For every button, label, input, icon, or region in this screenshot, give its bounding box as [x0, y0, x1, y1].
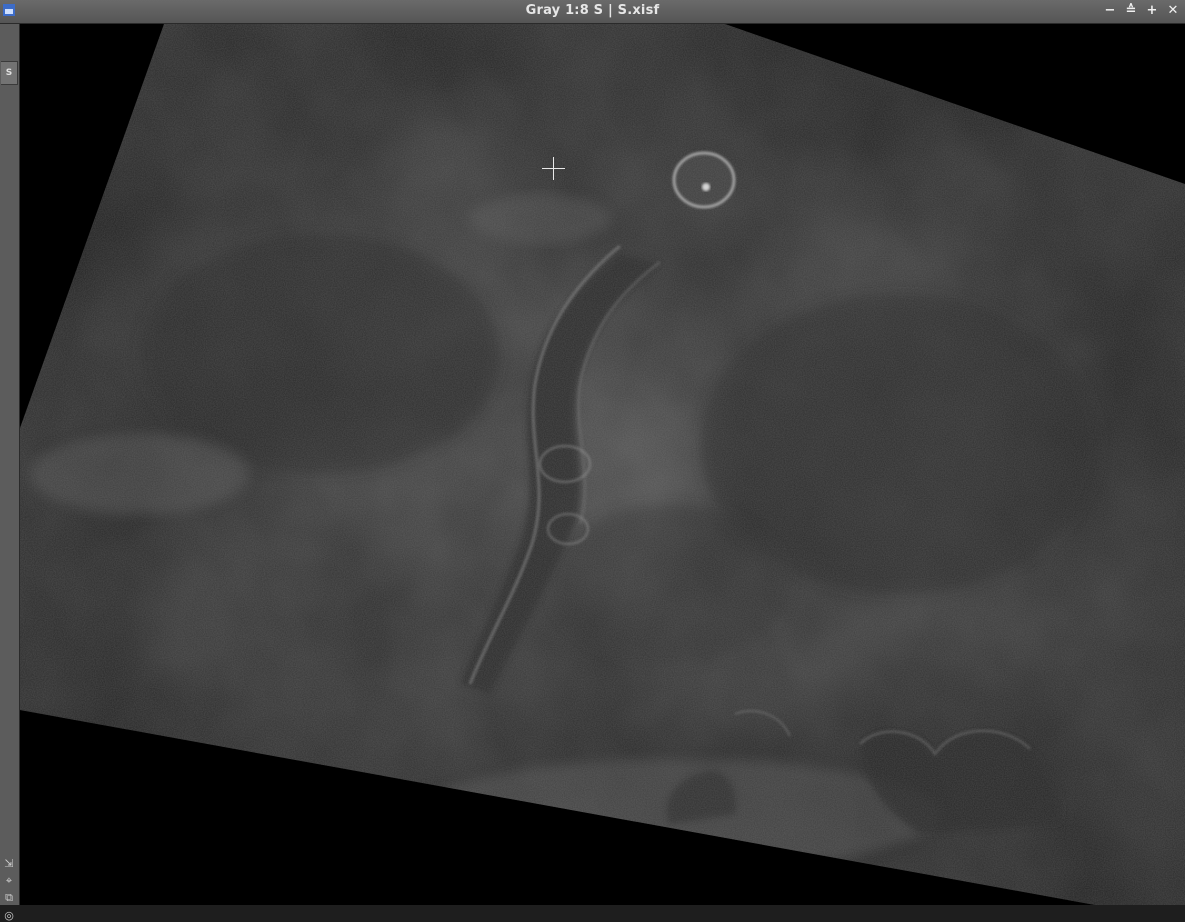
- image-viewport[interactable]: [20, 24, 1185, 905]
- zoom-to-fit-icon[interactable]: ⇲: [3, 858, 15, 870]
- title-bar[interactable]: Gray 1:8 S | S.xisf − ≙ + ✕: [0, 0, 1185, 24]
- image-window: Gray 1:8 S | S.xisf − ≙ + ✕ S ⇲ ⌖ ⧉ ◎: [0, 0, 1185, 922]
- view-sidebar: S ⇲ ⌖ ⧉ ◎: [0, 24, 20, 922]
- close-icon[interactable]: ✕: [1165, 3, 1181, 19]
- shade-icon[interactable]: ≙: [1123, 3, 1139, 19]
- window-title: Gray 1:8 S | S.xisf: [525, 3, 660, 18]
- nebula-image: [20, 24, 1185, 905]
- maximize-icon[interactable]: +: [1144, 3, 1160, 19]
- target-icon[interactable]: ◎: [3, 910, 15, 922]
- minimize-icon[interactable]: −: [1102, 3, 1118, 19]
- view-tab-s[interactable]: S: [1, 61, 18, 85]
- fit-view-icon[interactable]: ⌖: [3, 875, 15, 887]
- crosshair-cursor-icon: [542, 157, 565, 180]
- new-instance-icon[interactable]: ⧉: [3, 892, 15, 904]
